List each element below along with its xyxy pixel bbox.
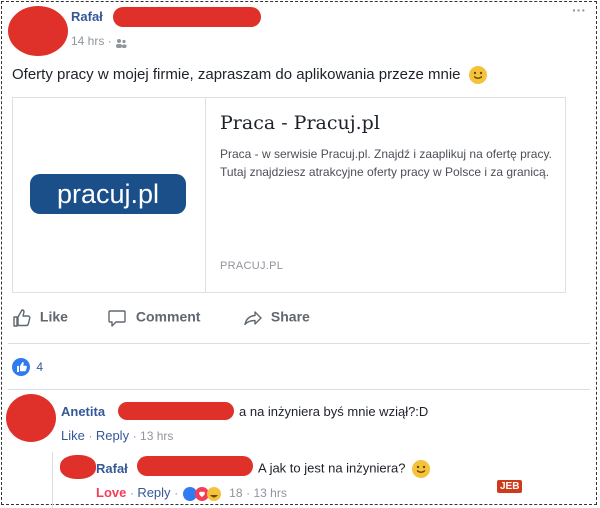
like-button[interactable]: Like [12,308,68,328]
comment-meta: Like · Reply · 13 hrs [61,428,174,443]
reply-avatar-censored[interactable] [60,455,96,479]
like-label: Like [39,308,68,325]
post-timestamp[interactable]: 14 hrs · [71,34,127,48]
reply-time[interactable]: 13 hrs [253,486,286,500]
pracuj-logo: pracuj.pl [30,174,186,214]
author-surname-censored [113,7,261,27]
link-preview-card[interactable]: pracuj.pl Praca - Pracuj.pl Praca - w se… [12,97,566,293]
avatar-censored[interactable] [8,6,68,56]
thumbs-up-icon [13,309,31,327]
reply-text: A jak to jest na inżyniera? [258,460,431,478]
post-text: Oferty pracy w mojej firmie, zapraszam d… [12,66,487,85]
card-title[interactable]: Praca - Pracuj.pl [220,112,380,134]
comments-divider [8,389,590,390]
reaction-count: 4 [36,360,44,374]
reply-reply-link[interactable]: Reply [137,485,170,500]
reply-surname-censored [137,456,253,476]
share-button[interactable]: Share [243,308,310,328]
comment-time[interactable]: 13 hrs [140,429,173,443]
commenter-surname-censored [118,402,234,420]
post-author[interactable]: Rafał [71,9,103,24]
reply-author[interactable]: Rafał [96,461,128,476]
reply-body: Rafał [96,461,128,476]
post-menu-icon[interactable]: ··· [572,2,586,18]
reaction-summary[interactable]: 4 [12,358,43,376]
like-reaction-icon [12,358,30,376]
friends-icon [115,37,127,48]
comment-text: a na inżyniera byś mnie wziął?:D [239,404,429,419]
actions-divider [8,343,590,344]
card-domain: PRACUJ.PL [220,260,284,272]
share-label: Share [270,308,310,325]
smile-emoji-icon [468,66,487,85]
smile-emoji-icon [412,460,431,478]
commenter-avatar-censored[interactable] [6,394,56,442]
watermark-logo: JEB [497,480,523,493]
card-description: Praca - w serwisie Pracuj.pl. Znajdź i z… [220,147,552,179]
comment-author[interactable]: Anetita [61,404,105,419]
reply-meta: Love · Reply · 18 · 13 hrs [96,485,287,502]
reply-reaction-icons[interactable] [182,486,226,502]
comment-like-link[interactable]: Like [61,428,85,443]
post-time[interactable]: 14 hrs [71,34,104,48]
like-love-haha-icons [182,486,221,501]
reply-love-link[interactable]: Love [96,485,126,500]
reply-thread-line [52,452,53,508]
reply-reaction-count: 18 [229,486,243,500]
comment-icon [108,310,126,327]
comment-reply-link[interactable]: Reply [96,428,129,443]
card-image: pracuj.pl [13,98,206,292]
comment-body: Anetita [61,404,105,419]
comment-button[interactable]: Comment [107,308,200,328]
comment-label: Comment [135,308,201,325]
share-icon [244,311,262,326]
